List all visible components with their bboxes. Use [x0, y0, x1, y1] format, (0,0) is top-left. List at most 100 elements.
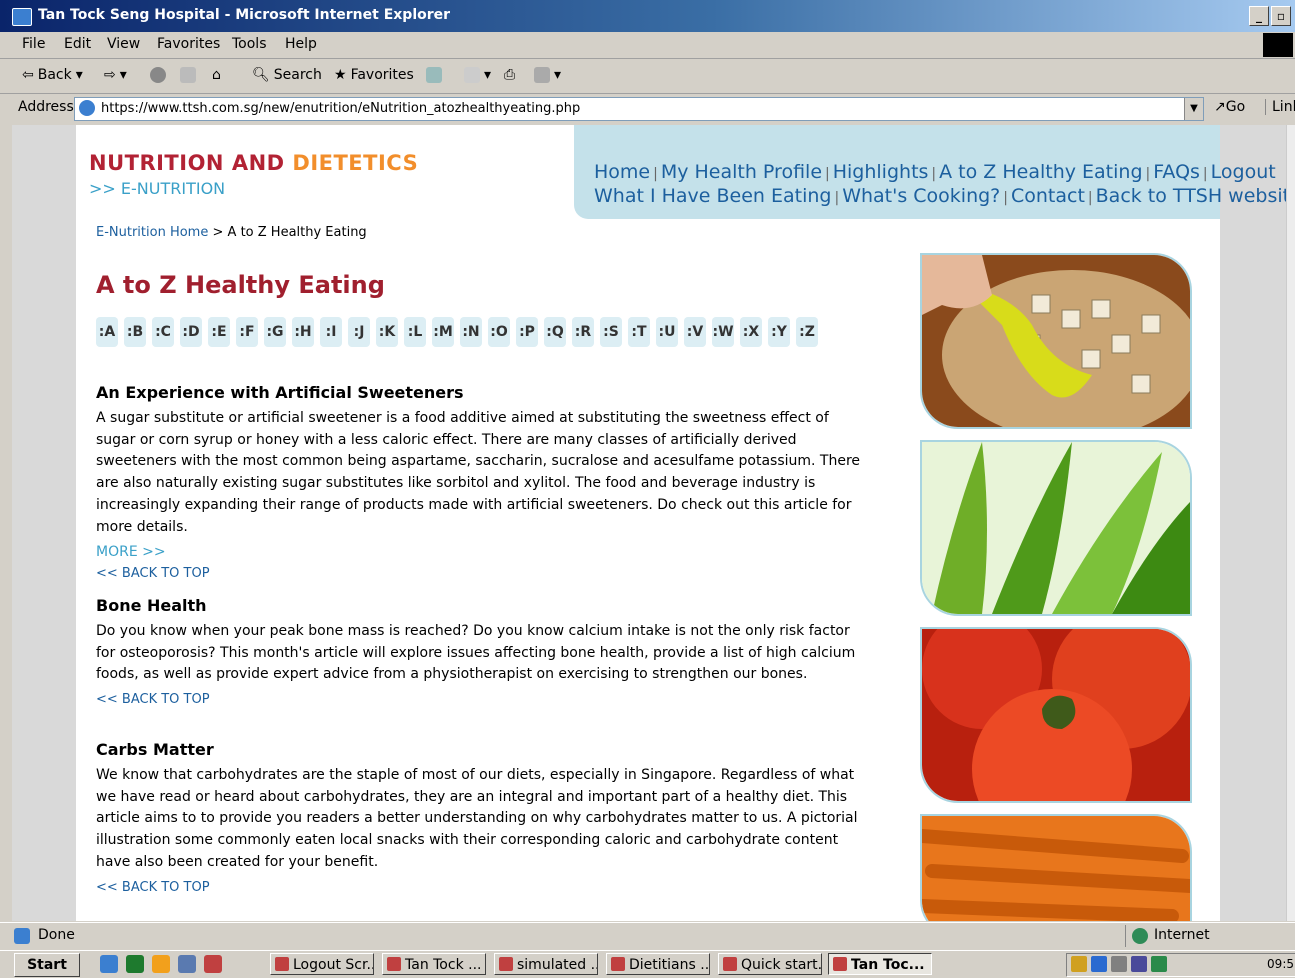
- more-link[interactable]: MORE >>: [96, 544, 866, 560]
- letter-b-link[interactable]: :B: [124, 317, 146, 347]
- letter-l-link[interactable]: :L: [404, 317, 426, 347]
- search-button[interactable]: 🔍︎ Search: [252, 67, 322, 83]
- tray-app3-icon[interactable]: [1151, 956, 1167, 972]
- nav-contact[interactable]: Contact: [1011, 185, 1085, 207]
- maximize-button[interactable]: ▫: [1271, 6, 1291, 26]
- tray-app-icon[interactable]: [1111, 956, 1127, 972]
- letter-m-link[interactable]: :M: [432, 317, 454, 347]
- nav-back-to-ttsh[interactable]: Back to TTSH website: [1096, 185, 1289, 207]
- letter-t-link[interactable]: :T: [628, 317, 650, 347]
- nav-a-to-z[interactable]: A to Z Healthy Eating: [939, 161, 1142, 183]
- mail-button[interactable]: ▾: [464, 67, 491, 83]
- app3-quicklaunch-icon[interactable]: [204, 955, 222, 973]
- refresh-button[interactable]: [180, 67, 196, 83]
- letter-d-link[interactable]: :D: [180, 317, 202, 347]
- links-button[interactable]: Link: [1265, 99, 1295, 115]
- menu-help[interactable]: Help: [285, 36, 317, 52]
- nav-separator: |: [1003, 190, 1008, 206]
- history-button[interactable]: [426, 67, 442, 83]
- letter-e-link[interactable]: :E: [208, 317, 230, 347]
- site-logo[interactable]: NUTRITION AND DIETETICS: [89, 151, 418, 175]
- menu-file[interactable]: File: [22, 36, 45, 52]
- taskbar-button-tantock[interactable]: Tan Tock ...: [382, 953, 486, 975]
- logo-main-text: NUTRITION AND: [89, 151, 285, 175]
- letter-j-link[interactable]: :J: [348, 317, 370, 347]
- letter-k-link[interactable]: :K: [376, 317, 398, 347]
- letter-w-link[interactable]: :W: [712, 317, 734, 347]
- letter-r-link[interactable]: :R: [572, 317, 594, 347]
- back-to-top-link[interactable]: << BACK TO TOP: [96, 880, 866, 895]
- menu-view[interactable]: View: [107, 36, 140, 52]
- volume-icon[interactable]: [1071, 956, 1087, 972]
- address-input[interactable]: https://www.ttsh.com.sg/new/enutrition/e…: [74, 97, 1204, 121]
- letter-v-link[interactable]: :V: [684, 317, 706, 347]
- letter-g-link[interactable]: :G: [264, 317, 286, 347]
- web-page: NUTRITION AND DIETETICS >> E-NUTRITION H…: [76, 125, 1289, 921]
- back-to-top-link[interactable]: << BACK TO TOP: [96, 692, 866, 707]
- article-carbs-matter: Carbs Matter We know that carbohydrates …: [96, 740, 866, 895]
- taskbar-button-simulated[interactable]: simulated ...: [494, 953, 598, 975]
- letter-x-link[interactable]: :X: [740, 317, 762, 347]
- address-dropdown-icon[interactable]: ▼: [1184, 98, 1203, 120]
- home-button[interactable]: ⌂: [212, 67, 221, 83]
- letter-q-link[interactable]: :Q: [544, 317, 566, 347]
- letter-n-link[interactable]: :N: [460, 317, 482, 347]
- stop-button[interactable]: [150, 67, 166, 83]
- app-quicklaunch-icon[interactable]: [152, 955, 170, 973]
- back-to-top-link[interactable]: << BACK TO TOP: [96, 566, 866, 581]
- nav-my-health-profile[interactable]: My Health Profile: [661, 161, 822, 183]
- nav-separator: |: [931, 166, 937, 182]
- forward-button[interactable]: ⇨ ▾: [104, 67, 127, 83]
- chevron-down-icon[interactable]: ▾: [76, 67, 83, 83]
- menu-tools[interactable]: Tools: [232, 36, 267, 52]
- letter-f-link[interactable]: :F: [236, 317, 258, 347]
- vertical-scrollbar[interactable]: [1286, 125, 1295, 921]
- start-button[interactable]: Start: [14, 953, 80, 977]
- taskbar-button-tantoc-active[interactable]: Tan Toc...: [828, 953, 932, 975]
- app2-quicklaunch-icon[interactable]: [178, 955, 196, 973]
- favorites-button[interactable]: ★ Favorites: [334, 67, 414, 83]
- nav-separator: |: [1087, 190, 1093, 206]
- letter-p-link[interactable]: :P: [516, 317, 538, 347]
- print-button[interactable]: ⎙: [504, 67, 515, 83]
- window-titlebar: Tan Tock Seng Hospital - Microsoft Inter…: [0, 0, 1295, 32]
- nav-logout[interactable]: Logout: [1211, 161, 1276, 183]
- network-icon[interactable]: [1091, 956, 1107, 972]
- address-url[interactable]: https://www.ttsh.com.sg/new/enutrition/e…: [101, 101, 580, 116]
- letter-h-link[interactable]: :H: [292, 317, 314, 347]
- nav-what-i-have-been-eating[interactable]: What I Have Been Eating: [594, 185, 831, 207]
- letter-y-link[interactable]: :Y: [768, 317, 790, 347]
- menu-edit[interactable]: Edit: [64, 36, 91, 52]
- tray-app2-icon[interactable]: [1131, 956, 1147, 972]
- logo-subtitle: >> E-NUTRITION: [89, 179, 226, 198]
- letter-a-link[interactable]: :A: [96, 317, 118, 347]
- nav-home[interactable]: Home: [594, 161, 650, 183]
- excel-quicklaunch-icon[interactable]: [126, 955, 144, 973]
- letter-i-link[interactable]: :I: [320, 317, 342, 347]
- minimize-button[interactable]: _: [1249, 6, 1269, 26]
- taskbar-button-logout[interactable]: Logout Scr...: [270, 953, 374, 975]
- nav-highlights[interactable]: Highlights: [833, 161, 929, 183]
- nav-faqs[interactable]: FAQs: [1153, 161, 1200, 183]
- letter-o-link[interactable]: :O: [488, 317, 510, 347]
- taskbar-button-quickstart[interactable]: Quick start...: [718, 953, 822, 975]
- search-icon: 🔍︎: [252, 67, 270, 83]
- breadcrumb-home-link[interactable]: E-Nutrition Home: [96, 225, 208, 240]
- photo-scrabble-tiles: [920, 253, 1192, 429]
- taskbar-button-dietitians[interactable]: Dietitians ...: [606, 953, 710, 975]
- menu-favorites[interactable]: Favorites: [157, 36, 220, 52]
- edit-button[interactable]: ▾: [534, 67, 561, 83]
- article-body: We know that carbohydrates are the stapl…: [96, 767, 858, 870]
- letter-z-link[interactable]: :Z: [796, 317, 818, 347]
- ie-quicklaunch-icon[interactable]: [100, 955, 118, 973]
- article-body: Do you know when your peak bone mass is …: [96, 623, 856, 683]
- back-button[interactable]: ⇦ Back ▾: [22, 67, 83, 83]
- nav-whats-cooking[interactable]: What's Cooking?: [842, 185, 1000, 207]
- letter-s-link[interactable]: :S: [600, 317, 622, 347]
- letter-u-link[interactable]: :U: [656, 317, 678, 347]
- go-button[interactable]: ↗Go: [1214, 99, 1245, 115]
- forward-arrow-icon: ⇨: [104, 67, 116, 83]
- breadcrumb-current: A to Z Healthy Eating: [227, 225, 367, 240]
- main-navigation: Home | My Health Profile | Highlights | A to Z…: [574, 125, 1289, 219]
- letter-c-link[interactable]: :C: [152, 317, 174, 347]
